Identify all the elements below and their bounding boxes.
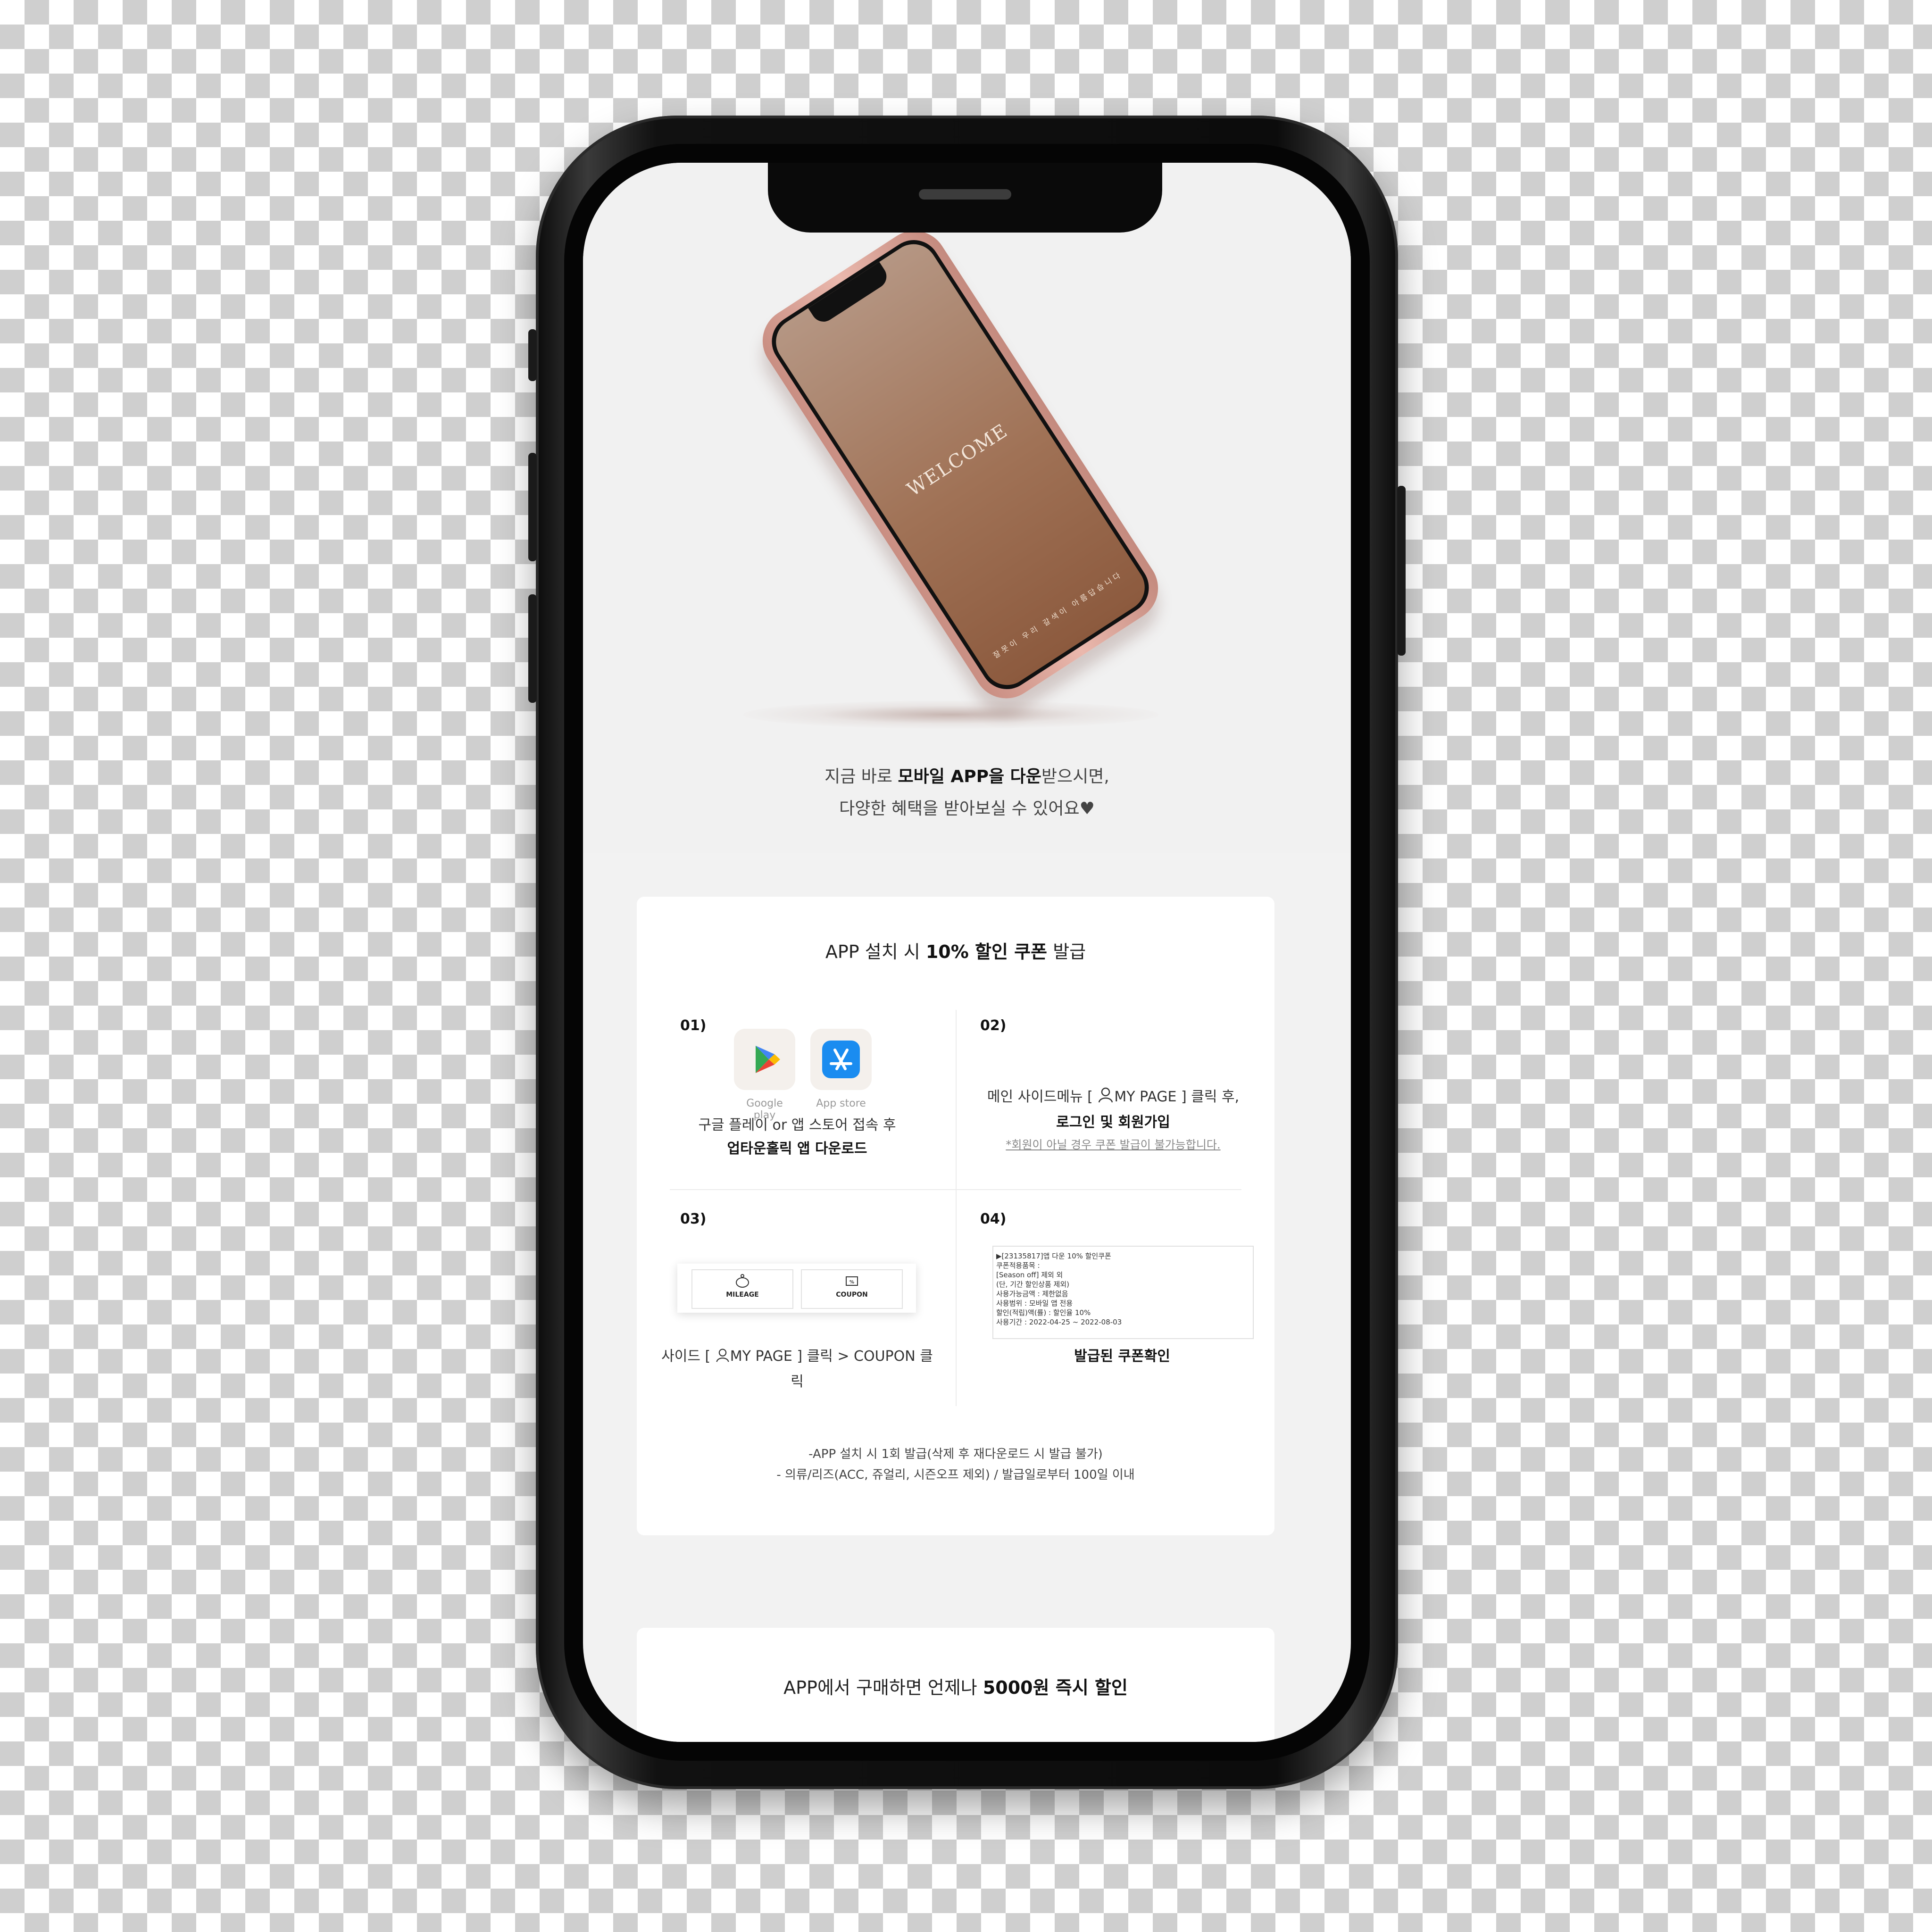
- step-2-line1-pre: 메인 사이드메뉴 [: [987, 1089, 1098, 1105]
- coupon-line: 사용기간 : 2022-04-25 ~ 2022-08-03: [996, 1318, 1122, 1326]
- coupon-notes: -APP 설치 시 1회 발급(삭제 후 재다운로드 시 발급 불가) - 의류…: [637, 1444, 1274, 1485]
- hero-line1-post: 받으시면,: [1041, 767, 1109, 786]
- hero-message-line1: 지금 바로 모바일 APP을 다운받으시면,: [583, 761, 1351, 793]
- discount-card: APP에서 구매하면 언제나 5000원 즉시 할인: [637, 1628, 1274, 1742]
- horizontal-divider: [670, 1189, 1241, 1190]
- coupon-line: (단, 기간 할인상품 제외): [996, 1280, 1069, 1289]
- coupon-icon: %: [802, 1273, 902, 1291]
- coupon-title-bold: 10% 할인 쿠폰: [925, 941, 1048, 962]
- step-2-text: 메인 사이드메뉴 [ MY PAGE ] 클릭 후, 로그인 및 회원가입: [962, 1085, 1264, 1134]
- hero-line1-bold: 모바일 APP을 다운: [898, 767, 1041, 786]
- coupon-line: 할인(적립)액(률) : 할인율 10%: [996, 1308, 1091, 1317]
- app-store-label: App store: [816, 1098, 866, 1109]
- coupon-guide-title: APP 설치 시 10% 할인 쿠폰 발급: [637, 937, 1274, 963]
- svg-text:%: %: [849, 1280, 854, 1285]
- step-3-text: 사이드 [ MY PAGE ] 클릭 > COUPON 클릭: [656, 1345, 939, 1394]
- step-3-line-pre: 사이드 [: [661, 1348, 715, 1365]
- step-4-number: 04): [980, 1211, 1007, 1227]
- step-1-text: 구글 플레이 or 앱 스토어 접속 후 업타운홀릭 앱 다운로드: [665, 1114, 929, 1161]
- silent-switch: [528, 329, 537, 381]
- discount-title-bold: 5000원 즉시 할인: [983, 1677, 1128, 1698]
- google-play-icon[interactable]: [734, 1029, 795, 1090]
- step-1-line1: 구글 플레이 or 앱 스토어 접속 후: [698, 1117, 896, 1133]
- device-screen: WELCOME 잘못이 우리 갈색이 아름답습니다 지금 바로 모바일 APP을…: [583, 163, 1351, 1742]
- step-2-line1: 메인 사이드메뉴 [ MY PAGE ] 클릭 후,: [962, 1085, 1264, 1111]
- coupon-tab-label: COUPON: [836, 1291, 868, 1299]
- mileage-tab[interactable]: MILEAGE: [691, 1269, 793, 1309]
- coupon-line: ▶[23135817]앱 다운 10% 할인쿠폰: [996, 1252, 1111, 1260]
- device-notch: [768, 163, 1162, 233]
- hero-message: 지금 바로 모바일 APP을 다운받으시면, 다양한 혜택을 받아보실 수 있어…: [583, 761, 1351, 825]
- phone-shadow: [743, 700, 1158, 729]
- coupon-note-1: -APP 설치 시 1회 발급(삭제 후 재다운로드 시 발급 불가): [808, 1447, 1103, 1461]
- power-button: [1397, 486, 1406, 656]
- mileage-tab-label: MILEAGE: [726, 1291, 759, 1299]
- user-icon: [1097, 1086, 1114, 1111]
- hero-line1-pre: 지금 바로: [824, 767, 898, 786]
- volume-down-button: [528, 594, 537, 703]
- coupon-line: [Season off] 제외 외: [996, 1271, 1063, 1279]
- discount-title: APP에서 구매하면 언제나 5000원 즉시 할인: [637, 1673, 1274, 1699]
- user-icon: [715, 1347, 730, 1370]
- step-1-line2: 업타운홀릭 앱 다운로드: [727, 1141, 867, 1157]
- step-2-number: 02): [980, 1017, 1007, 1034]
- coupon-guide-card: APP 설치 시 10% 할인 쿠폰 발급 01) Google play Ap…: [637, 897, 1274, 1535]
- step-2-line2: 로그인 및 회원가입: [1056, 1114, 1170, 1131]
- vertical-divider: [956, 1010, 957, 1406]
- hero-phone-caption: 잘못이 우리 갈색이 아름답습니다: [991, 569, 1124, 660]
- coupon-tab[interactable]: % COUPON: [801, 1269, 903, 1309]
- coupon-line: 사용가능금액 : 제한없음: [996, 1290, 1068, 1298]
- hero-phone-notch: [808, 262, 891, 326]
- app-store-icon[interactable]: [810, 1029, 872, 1090]
- welcome-text: WELCOME: [903, 419, 1012, 501]
- coupon-note-2: - 의류/리즈(ACC, 쥬얼리, 시즌오프 제외) / 발급일로부터 100일…: [776, 1468, 1135, 1482]
- step-3-line-post: MY PAGE ] 클릭 > COUPON 클릭: [730, 1348, 933, 1390]
- coupon-title-post: 발급: [1047, 941, 1086, 962]
- hero-phone-display: WELCOME 잘못이 우리 갈색이 아름답습니다: [767, 235, 1154, 694]
- step-1-number: 01): [680, 1017, 707, 1034]
- coupon-line: 쿠폰적용품목 :: [996, 1261, 1040, 1270]
- hero-phone-image: WELCOME 잘못이 우리 갈색이 아름답습니다: [750, 218, 1171, 711]
- coupon-title-pre: APP 설치 시: [825, 941, 926, 962]
- step-2-note: *회원이 아닐 경우 쿠폰 발급이 불가능합니다.: [1006, 1138, 1221, 1151]
- volume-up-button: [528, 453, 537, 561]
- hero-message-line2: 다양한 혜택을 받아보실 수 있어요♥: [839, 799, 1095, 818]
- mypage-tab-preview: MILEAGE % COUPON: [677, 1264, 916, 1313]
- step-4-caption: 발급된 쿠폰확인: [1074, 1348, 1170, 1365]
- step-2-line1-post: MY PAGE ] 클릭 후,: [1114, 1089, 1240, 1105]
- discount-title-pre: APP에서 구매하면 언제나: [783, 1677, 983, 1698]
- piggy-bank-icon: [692, 1273, 792, 1291]
- step-3-number: 03): [680, 1211, 707, 1227]
- hero-section: WELCOME 잘못이 우리 갈색이 아름답습니다 지금 바로 모바일 APP을…: [583, 163, 1351, 853]
- issued-coupon-preview: ▶[23135817]앱 다운 10% 할인쿠폰 쿠폰적용품목 : [Seaso…: [992, 1246, 1254, 1339]
- coupon-line: 사용범위 : 모바일 앱 전용: [996, 1299, 1073, 1307]
- earpiece-speaker: [919, 189, 1011, 200]
- hero-phone-bezel: WELCOME 잘못이 우리 갈색이 아름답습니다: [761, 230, 1159, 700]
